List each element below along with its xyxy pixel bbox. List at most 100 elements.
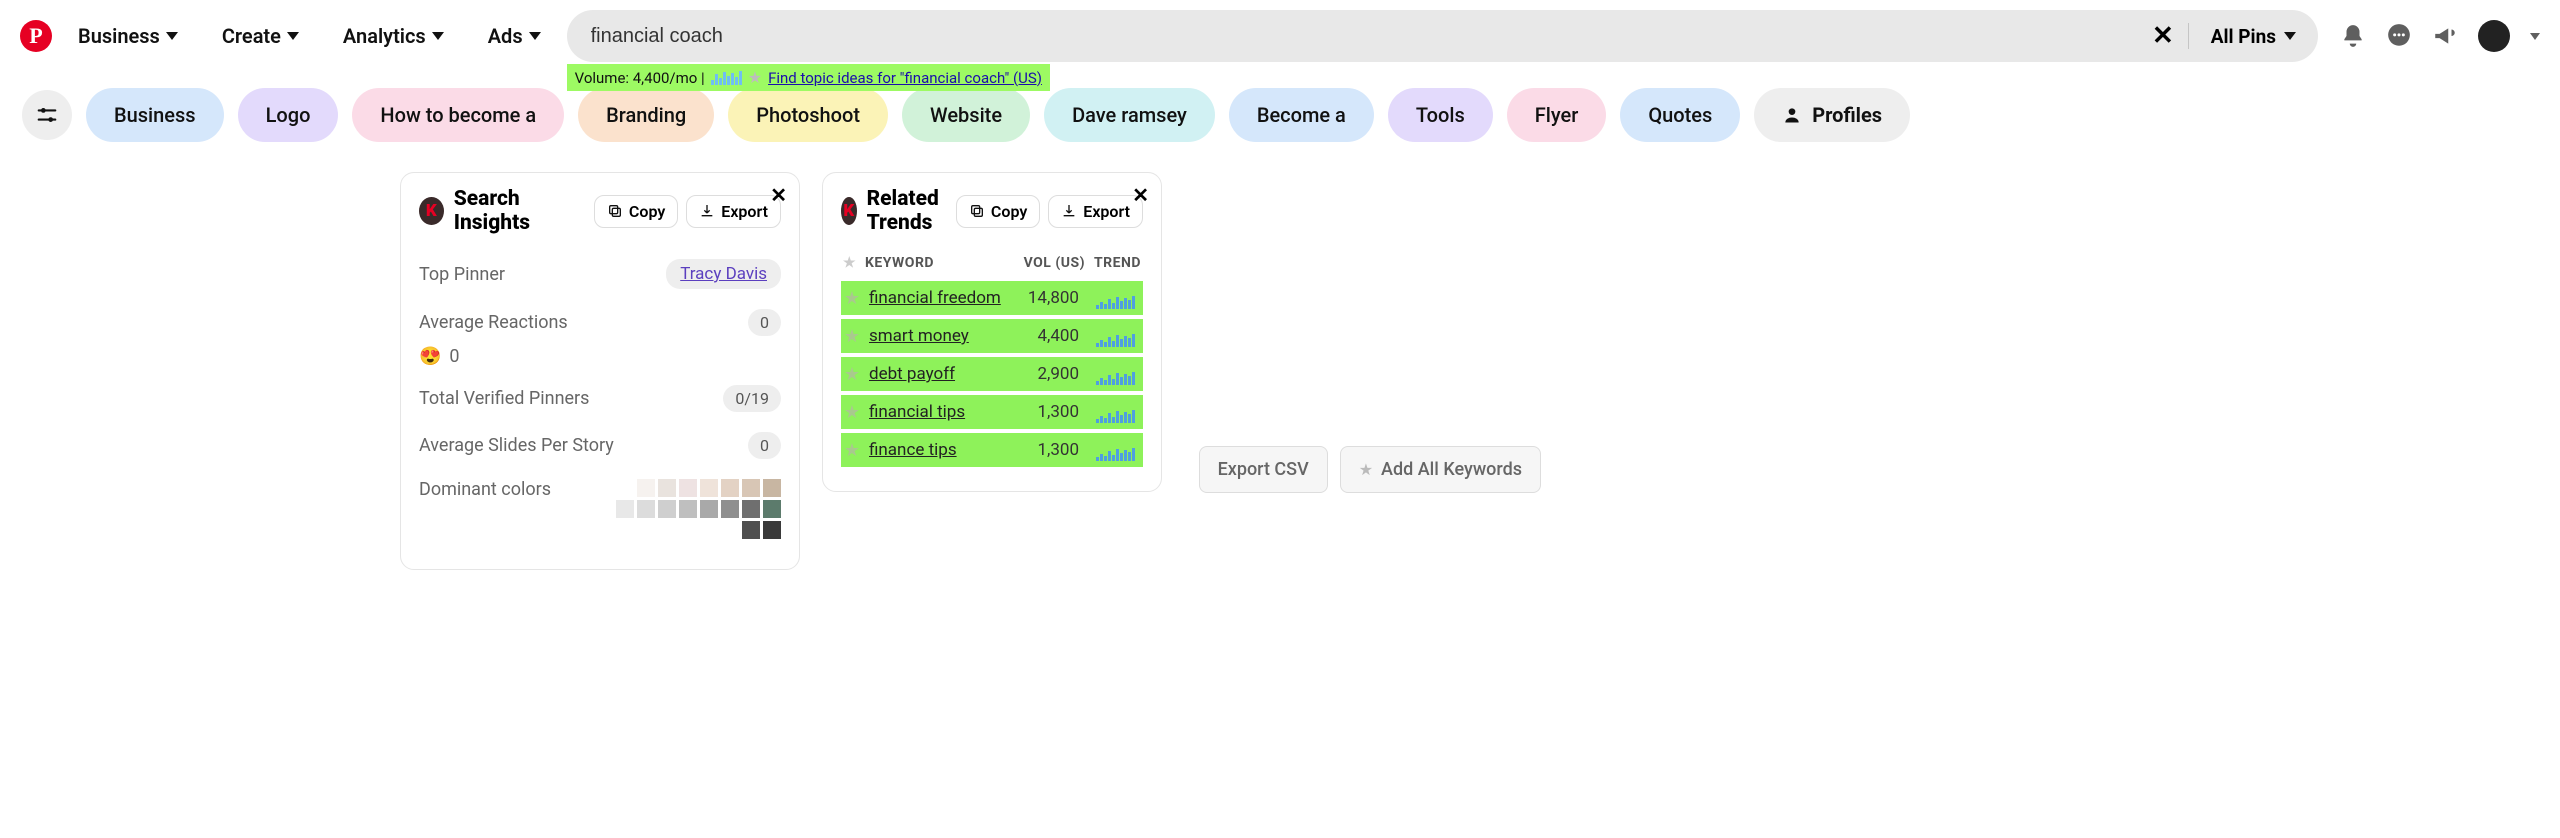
search-input[interactable] (567, 25, 2138, 48)
card-bottom-buttons: Export CSV ★ Add All Keywords (1199, 446, 1541, 493)
favorite-star-icon[interactable]: ★ (748, 68, 762, 87)
close-card-icon[interactable]: ✕ (1132, 183, 1149, 207)
keyword-link[interactable]: debt payoff (869, 364, 955, 384)
pinterest-logo-icon[interactable]: P (20, 20, 52, 52)
color-swatch (742, 521, 760, 539)
card-title: Related Trends (867, 187, 946, 235)
color-swatch (637, 500, 655, 518)
volume-cell: 4,400 (1007, 326, 1087, 346)
trend-sparkline-icon (1087, 399, 1143, 425)
seo-volume-text: Volume: 4,400/mo | (575, 69, 705, 87)
updates-megaphone-icon[interactable] (2432, 23, 2458, 49)
chip-business[interactable]: Business (86, 88, 224, 142)
nav-business[interactable]: Business (60, 14, 196, 58)
sliders-icon (36, 104, 58, 126)
chip-website[interactable]: Website (902, 88, 1030, 142)
favorite-star-icon[interactable]: ★ (841, 440, 863, 461)
chevron-down-icon (2284, 32, 2296, 40)
related-chips-row: Business Logo How to become a Branding P… (0, 72, 2560, 150)
keyword-link[interactable]: financial tips (869, 402, 965, 422)
chip-label: Photoshoot (756, 103, 860, 127)
color-swatch (742, 479, 760, 497)
download-icon (1061, 203, 1077, 219)
chip-label: Profiles (1812, 103, 1882, 127)
export-button[interactable]: Export (1048, 195, 1143, 228)
filters-button[interactable] (22, 90, 72, 140)
nav-analytics[interactable]: Analytics (325, 14, 462, 58)
nav-ads[interactable]: Ads (470, 14, 559, 58)
favorite-star-icon[interactable]: ★ (841, 364, 863, 385)
search-bar: ✕ All Pins (567, 10, 2318, 62)
keyword-link[interactable]: finance tips (869, 440, 957, 460)
chip-label: Branding (606, 103, 686, 127)
chip-label: Dave ramsey (1072, 103, 1187, 127)
close-card-icon[interactable]: ✕ (770, 183, 787, 207)
color-swatch (700, 500, 718, 518)
nav-analytics-label: Analytics (343, 24, 426, 48)
chip-tools[interactable]: Tools (1388, 88, 1493, 142)
copy-button[interactable]: Copy (594, 195, 678, 228)
person-icon (1782, 105, 1802, 125)
button-label: Copy (991, 202, 1027, 221)
trend-sparkline-icon (1087, 323, 1143, 349)
color-swatch (658, 500, 676, 518)
chip-branding[interactable]: Branding (578, 88, 714, 142)
search-insights-card: ✕ K Search Insights Copy Export Top Pinn… (400, 172, 800, 570)
export-button[interactable]: Export (686, 195, 781, 228)
color-swatch (616, 479, 634, 497)
search-scope-dropdown[interactable]: All Pins (2189, 25, 2318, 48)
button-label: Export (1083, 202, 1130, 221)
top-pinner-link[interactable]: Tracy Davis (666, 259, 781, 289)
notifications-bell-icon[interactable] (2340, 23, 2366, 49)
keyword-cell: financial freedom (863, 288, 1007, 308)
header-icons (2340, 20, 2540, 52)
nav-create[interactable]: Create (204, 14, 317, 58)
export-csv-button[interactable]: Export CSV (1199, 446, 1328, 493)
card-header: K Search Insights Copy Export (419, 187, 781, 235)
account-chevron-down-icon[interactable] (2530, 33, 2540, 40)
keyword-cell: debt payoff (863, 364, 1007, 384)
top-header: P Business Create Analytics Ads ✕ All Pi… (0, 0, 2560, 72)
chip-logo[interactable]: Logo (238, 88, 339, 142)
trend-sparkline-icon (1087, 361, 1143, 387)
chip-label: Tools (1416, 103, 1465, 127)
chip-label: Flyer (1535, 103, 1579, 127)
chip-how-to[interactable]: How to become a (352, 88, 564, 142)
color-swatch (763, 500, 781, 518)
chip-flyer[interactable]: Flyer (1507, 88, 1607, 142)
copy-icon (969, 203, 985, 219)
avg-reactions-row: Average Reactions 0 (419, 299, 781, 346)
col-volume: VOL (US) (1005, 255, 1085, 271)
messages-speech-icon[interactable] (2386, 23, 2412, 49)
color-swatch (679, 479, 697, 497)
chip-label: Business (114, 103, 196, 127)
chevron-down-icon (166, 32, 178, 40)
chip-profiles[interactable]: Profiles (1754, 88, 1910, 142)
add-all-keywords-button[interactable]: ★ Add All Keywords (1340, 446, 1541, 493)
chip-label: Become a (1257, 103, 1346, 127)
color-swatch (679, 500, 697, 518)
keyword-link[interactable]: smart money (869, 326, 969, 346)
keyword-link[interactable]: financial freedom (869, 288, 1001, 308)
favorite-star-icon[interactable]: ★ (841, 288, 863, 309)
favorite-star-icon[interactable]: ★ (841, 402, 863, 423)
chevron-down-icon (432, 32, 444, 40)
nav-business-label: Business (78, 24, 160, 48)
topic-ideas-link[interactable]: Find topic ideas for "financial coach" (… (768, 69, 1042, 87)
download-icon (699, 203, 715, 219)
chip-quotes[interactable]: Quotes (1620, 88, 1740, 142)
chip-label: Logo (266, 103, 311, 127)
user-avatar[interactable] (2478, 20, 2510, 52)
cards-area: ✕ K Search Insights Copy Export Top Pinn… (0, 150, 2560, 570)
chip-become-a[interactable]: Become a (1229, 88, 1374, 142)
chip-dave-ramsey[interactable]: Dave ramsey (1044, 88, 1215, 142)
favorite-star-icon[interactable]: ★ (841, 326, 863, 347)
color-swatch (742, 500, 760, 518)
top-pinner-row: Top Pinner Tracy Davis (419, 249, 781, 299)
chip-photoshoot[interactable]: Photoshoot (728, 88, 888, 142)
color-swatch (763, 479, 781, 497)
trend-row: ★financial freedom14,800 (841, 281, 1143, 315)
copy-button[interactable]: Copy (956, 195, 1040, 228)
clear-search-icon[interactable]: ✕ (2138, 21, 2188, 51)
metric-label: Dominant colors (419, 479, 551, 500)
